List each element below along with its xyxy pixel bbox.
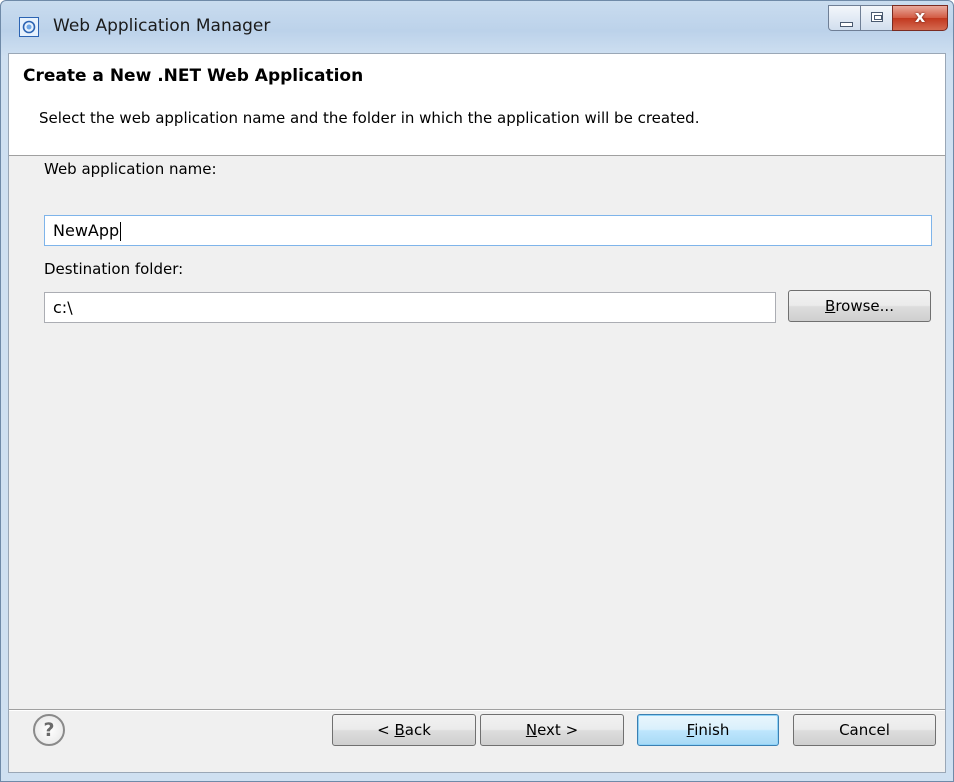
app-name-value: NewApp bbox=[53, 221, 120, 240]
app-name-label: Web application name: bbox=[44, 160, 217, 178]
wizard-banner: Create a New .NET Web Application Select… bbox=[9, 54, 945, 156]
maximize-button[interactable] bbox=[860, 5, 893, 31]
footer-divider bbox=[9, 709, 945, 711]
minimize-icon bbox=[840, 22, 853, 27]
title-bar[interactable]: Web Application Manager x bbox=[1, 1, 953, 53]
finish-button[interactable]: Finish bbox=[637, 714, 779, 746]
close-button[interactable]: x bbox=[892, 5, 948, 31]
minimize-button[interactable] bbox=[828, 5, 861, 31]
next-button[interactable]: Next > bbox=[480, 714, 624, 746]
text-caret bbox=[120, 222, 122, 241]
close-icon: x bbox=[914, 7, 926, 26]
window-title: Web Application Manager bbox=[53, 16, 271, 36]
page-title: Create a New .NET Web Application bbox=[23, 66, 364, 86]
back-mnemonic: B bbox=[394, 721, 405, 739]
destination-folder-input[interactable]: c:\ bbox=[44, 292, 776, 323]
back-label-rest: ack bbox=[404, 721, 431, 739]
browse-button[interactable]: Browse... bbox=[788, 290, 931, 322]
back-prefix: < bbox=[377, 721, 395, 739]
app-window: Web Application Manager x Create a New .… bbox=[0, 0, 954, 782]
app-icon[interactable] bbox=[19, 17, 39, 37]
destination-folder-label: Destination folder: bbox=[44, 260, 184, 278]
app-name-input[interactable]: NewApp bbox=[44, 215, 932, 246]
page-description: Select the web application name and the … bbox=[39, 109, 700, 127]
cancel-button[interactable]: Cancel bbox=[793, 714, 936, 746]
browse-label-rest: rowse... bbox=[835, 297, 894, 315]
maximize-icon bbox=[871, 12, 883, 22]
finish-label-rest: inish bbox=[694, 721, 730, 739]
next-mnemonic: N bbox=[525, 721, 538, 739]
browse-mnemonic: B bbox=[825, 297, 836, 315]
help-icon[interactable]: ? bbox=[33, 714, 65, 746]
back-button[interactable]: < Back bbox=[332, 714, 476, 746]
wizard-body: Create a New .NET Web Application Select… bbox=[8, 53, 946, 773]
destination-folder-value: c:\ bbox=[53, 298, 73, 317]
next-label-rest: ext > bbox=[537, 721, 579, 739]
